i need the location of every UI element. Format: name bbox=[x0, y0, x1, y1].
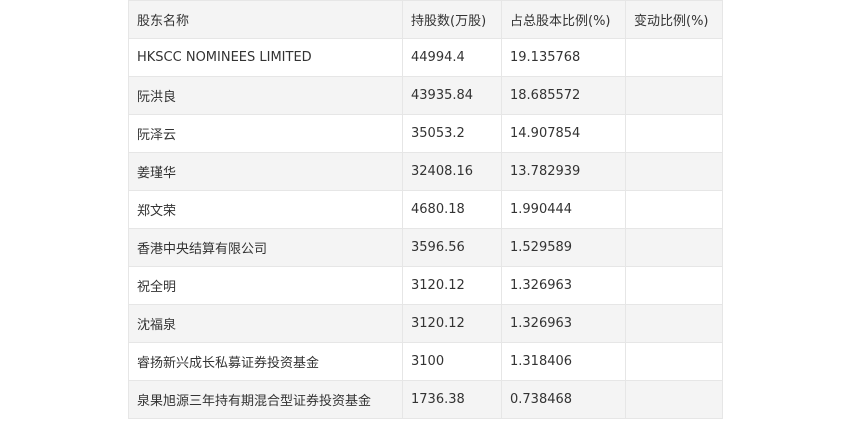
cell-shareholder-name: HKSCC NOMINEES LIMITED bbox=[128, 38, 403, 77]
header-shares-held: 持股数(万股) bbox=[402, 0, 502, 39]
table-row: 沈福泉 3120.12 1.326963 bbox=[128, 304, 723, 343]
table-row: 阮泽云 35053.2 14.907854 bbox=[128, 114, 723, 153]
cell-share-ratio: 19.135768 bbox=[501, 38, 626, 77]
table-row: 睿扬新兴成长私募证券投资基金 3100 1.318406 bbox=[128, 342, 723, 381]
cell-shareholder-name: 阮泽云 bbox=[128, 114, 403, 153]
cell-shareholder-name: 睿扬新兴成长私募证券投资基金 bbox=[128, 342, 403, 381]
cell-shareholder-name: 香港中央结算有限公司 bbox=[128, 228, 403, 267]
cell-change-ratio bbox=[625, 304, 723, 343]
shareholder-table: 股东名称 持股数(万股) 占总股本比例(%) 变动比例(%) HKSCC NOM… bbox=[128, 0, 723, 419]
table-row: 郑文荣 4680.18 1.990444 bbox=[128, 190, 723, 229]
table-row: 祝全明 3120.12 1.326963 bbox=[128, 266, 723, 305]
cell-shareholder-name: 阮洪良 bbox=[128, 76, 403, 115]
cell-change-ratio bbox=[625, 190, 723, 229]
cell-shares-held: 44994.4 bbox=[402, 38, 502, 77]
cell-shares-held: 3120.12 bbox=[402, 304, 502, 343]
cell-change-ratio bbox=[625, 228, 723, 267]
header-change-ratio: 变动比例(%) bbox=[625, 0, 723, 39]
cell-shares-held: 4680.18 bbox=[402, 190, 502, 229]
cell-shares-held: 3100 bbox=[402, 342, 502, 381]
cell-change-ratio bbox=[625, 152, 723, 191]
cell-share-ratio: 13.782939 bbox=[501, 152, 626, 191]
table-header: 股东名称 持股数(万股) 占总股本比例(%) 变动比例(%) bbox=[128, 0, 723, 39]
cell-shares-held: 32408.16 bbox=[402, 152, 502, 191]
cell-change-ratio bbox=[625, 342, 723, 381]
cell-share-ratio: 0.738468 bbox=[501, 380, 626, 419]
cell-share-ratio: 1.326963 bbox=[501, 266, 626, 305]
cell-share-ratio: 1.326963 bbox=[501, 304, 626, 343]
cell-shares-held: 43935.84 bbox=[402, 76, 502, 115]
cell-shareholder-name: 郑文荣 bbox=[128, 190, 403, 229]
cell-share-ratio: 14.907854 bbox=[501, 114, 626, 153]
cell-share-ratio: 1.318406 bbox=[501, 342, 626, 381]
cell-change-ratio bbox=[625, 114, 723, 153]
table-body: HKSCC NOMINEES LIMITED 44994.4 19.135768 阮洪… bbox=[128, 38, 723, 419]
cell-shareholder-name: 姜瑾华 bbox=[128, 152, 403, 191]
cell-shares-held: 3120.12 bbox=[402, 266, 502, 305]
table-row: 阮洪良 43935.84 18.685572 bbox=[128, 76, 723, 115]
cell-change-ratio bbox=[625, 38, 723, 77]
cell-change-ratio bbox=[625, 380, 723, 419]
table-row: 泉果旭源三年持有期混合型证券投资基金 1736.38 0.738468 bbox=[128, 380, 723, 419]
cell-shares-held: 1736.38 bbox=[402, 380, 502, 419]
cell-shareholder-name: 祝全明 bbox=[128, 266, 403, 305]
cell-change-ratio bbox=[625, 266, 723, 305]
cell-change-ratio bbox=[625, 76, 723, 115]
shareholder-table-container: 股东名称 持股数(万股) 占总股本比例(%) 变动比例(%) HKSCC NOM… bbox=[128, 0, 723, 419]
cell-share-ratio: 18.685572 bbox=[501, 76, 626, 115]
table-row: 姜瑾华 32408.16 13.782939 bbox=[128, 152, 723, 191]
table-row: HKSCC NOMINEES LIMITED 44994.4 19.135768 bbox=[128, 38, 723, 77]
header-shareholder-name: 股东名称 bbox=[128, 0, 403, 39]
cell-share-ratio: 1.990444 bbox=[501, 190, 626, 229]
header-row: 股东名称 持股数(万股) 占总股本比例(%) 变动比例(%) bbox=[128, 0, 723, 39]
header-share-ratio: 占总股本比例(%) bbox=[501, 0, 626, 39]
cell-shareholder-name: 沈福泉 bbox=[128, 304, 403, 343]
cell-shareholder-name: 泉果旭源三年持有期混合型证券投资基金 bbox=[128, 380, 403, 419]
cell-shares-held: 3596.56 bbox=[402, 228, 502, 267]
table-row: 香港中央结算有限公司 3596.56 1.529589 bbox=[128, 228, 723, 267]
cell-share-ratio: 1.529589 bbox=[501, 228, 626, 267]
cell-shares-held: 35053.2 bbox=[402, 114, 502, 153]
